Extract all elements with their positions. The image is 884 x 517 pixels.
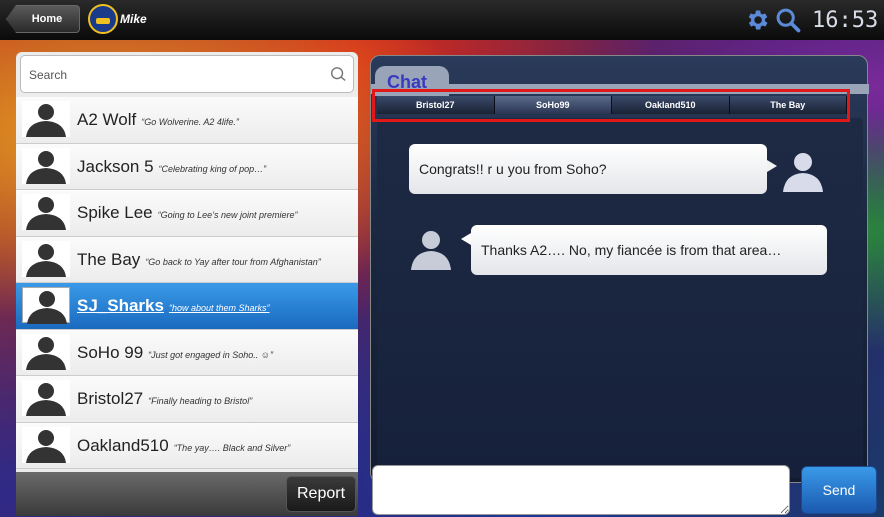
chat-message-incoming: Thanks A2…. No, my fiancée is from that … xyxy=(461,225,827,275)
search-input[interactable] xyxy=(29,62,319,88)
contacts-footer: Report xyxy=(16,472,358,516)
contact-name: Bristol27 “Finally heading to Bristol” xyxy=(77,389,252,409)
chat-body: Congrats!! r u you from Soho? Thanks A2…… xyxy=(377,118,863,514)
team-logo xyxy=(88,4,118,34)
contact-name-text: SJ_Sharks xyxy=(77,296,164,315)
search-icon[interactable] xyxy=(329,66,347,84)
avatar-icon xyxy=(22,333,70,370)
contacts-panel: A2 Wolf “Go Wolverine. A2 4life.” Jackson … xyxy=(16,52,358,516)
top-bar: Home Mike 16:53 xyxy=(0,0,884,40)
contact-name: Oakland510 “The yay…. Black and Silver” xyxy=(77,436,290,456)
clock: 16:53 xyxy=(812,8,879,33)
contact-name: SJ_Sharks “how about them Sharks” xyxy=(77,296,270,316)
avatar-icon xyxy=(22,240,70,277)
contact-name: Jackson 5 “Celebrating king of pop…” xyxy=(77,157,266,177)
contact-row[interactable]: SoHo 99 “Just got engaged in Soho.. ☺” xyxy=(16,329,358,376)
contact-name-text: Spike Lee xyxy=(77,203,153,222)
contact-status: “how about them Sharks” xyxy=(168,303,270,313)
contact-name: SoHo 99 “Just got engaged in Soho.. ☺” xyxy=(77,343,273,363)
contact-name-text: Bristol27 xyxy=(77,389,144,408)
report-button[interactable]: Report xyxy=(286,476,356,512)
contact-name: A2 Wolf “Go Wolverine. A2 4life.” xyxy=(77,110,239,130)
avatar-icon xyxy=(22,194,70,230)
avatar-icon xyxy=(22,101,70,137)
avatar-icon xyxy=(411,231,451,270)
avatar-icon xyxy=(22,380,70,416)
avatar-icon xyxy=(22,426,70,463)
contact-name-text: The Bay xyxy=(77,249,141,269)
contact-status: “Going to Lee’s new joint premiere” xyxy=(157,210,298,220)
contact-status: “Celebrating king of pop…” xyxy=(158,163,267,174)
avatar-icon xyxy=(783,153,823,192)
contact-row[interactable]: A2 Wolf “Go Wolverine. A2 4life.” xyxy=(16,97,358,144)
contact-row[interactable]: The Bay “Go back to Yay after tour from A… xyxy=(16,236,358,283)
user-name: Mike xyxy=(120,12,147,26)
search-icon[interactable] xyxy=(774,6,802,34)
contact-status: “The yay…. Black and Silver” xyxy=(173,442,291,453)
contact-name-text: Oakland510 xyxy=(77,435,169,455)
chat-message-outgoing: Congrats!! r u you from Soho? xyxy=(409,144,777,194)
contact-name-text: A2 Wolf xyxy=(77,110,137,129)
gear-icon[interactable] xyxy=(744,7,770,33)
contact-name-text: SoHo 99 xyxy=(77,342,144,362)
contact-row[interactable]: SJ_Sharks “how about them Sharks” xyxy=(16,283,358,330)
contact-name-text: Jackson 5 xyxy=(77,156,154,176)
contact-status: “Finally heading to Bristol” xyxy=(148,396,253,406)
send-button[interactable]: Send xyxy=(801,466,877,514)
contact-name: Spike Lee “Going to Lee’s new joint premi… xyxy=(77,203,298,223)
contact-row[interactable]: Oakland510 “The yay…. Black and Silver” xyxy=(16,422,358,469)
home-button[interactable]: Home xyxy=(6,5,80,33)
contact-row[interactable]: Spike Lee “Going to Lee’s new joint premi… xyxy=(16,190,358,237)
contact-status: “Go Wolverine. A2 4life.” xyxy=(141,117,239,127)
contact-row[interactable]: Jackson 5 “Celebrating king of pop…” xyxy=(16,143,358,190)
contact-name: The Bay “Go back to Yay after tour from A… xyxy=(77,250,321,270)
avatar-icon xyxy=(22,287,70,324)
contact-list: A2 Wolf “Go Wolverine. A2 4life.” Jackson … xyxy=(16,97,358,469)
contact-row[interactable]: Bristol27 “Finally heading to Bristol” xyxy=(16,376,358,423)
room-tabs-highlight xyxy=(372,89,850,122)
avatar-icon xyxy=(22,147,70,184)
message-input[interactable] xyxy=(372,465,790,515)
contact-status: “Go back to Yay after tour from Afghanis… xyxy=(145,256,321,267)
search-box xyxy=(20,55,354,93)
contact-status: “Just got engaged in Soho.. ☺” xyxy=(148,349,273,360)
